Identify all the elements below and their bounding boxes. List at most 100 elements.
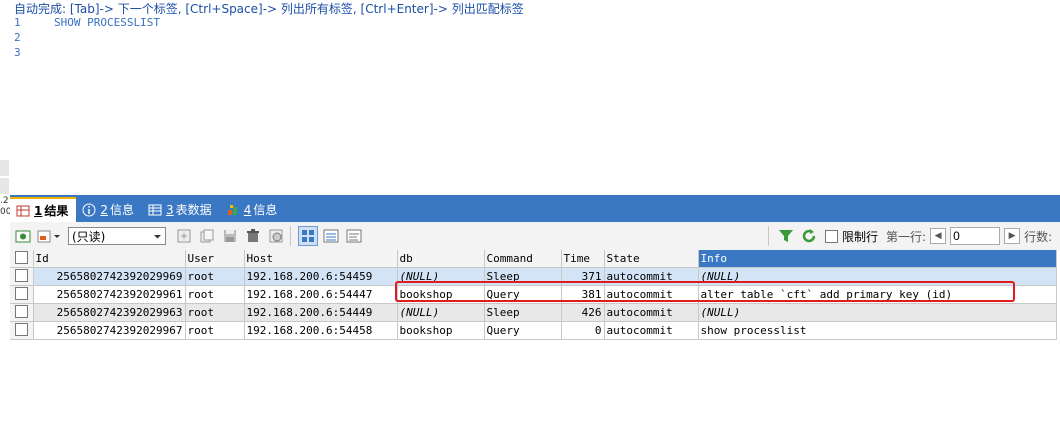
cell-id[interactable]: 2565802742392029961	[33, 285, 186, 304]
line-number: 3	[14, 46, 21, 59]
toolbar-separator	[290, 226, 291, 246]
cell-db[interactable]: (NULL)	[397, 303, 485, 322]
code-text[interactable]: SHOW PROCESSLIST	[54, 15, 160, 30]
filter-icon	[779, 230, 793, 242]
tab-info-2[interactable]: 4 信息	[220, 197, 286, 222]
refresh-button[interactable]	[799, 226, 819, 246]
form-view-icon	[323, 229, 339, 243]
row-select-cell[interactable]	[10, 303, 34, 322]
add-row-button[interactable]	[174, 226, 194, 246]
export-button[interactable]	[13, 226, 33, 246]
cell-db[interactable]: bookshop	[397, 321, 485, 340]
cell-id[interactable]: 2565802742392029963	[33, 303, 186, 322]
first-row-label: 第一行:	[886, 229, 927, 244]
chevron-left-icon: ◀	[934, 231, 942, 241]
row-select-cell[interactable]	[10, 267, 34, 286]
trash-icon	[247, 229, 259, 242]
import-button[interactable]	[36, 226, 62, 246]
column-header-info[interactable]: Info	[698, 250, 1057, 268]
cell-state[interactable]: autocommit	[604, 321, 699, 340]
cell-state[interactable]: autocommit	[604, 303, 699, 322]
cell-command[interactable]: Query	[484, 321, 562, 340]
read-mode-select[interactable]: (只读)	[68, 227, 166, 245]
cell-id[interactable]: 2565802742392029967	[33, 321, 186, 340]
gutter-marker	[0, 160, 9, 176]
limit-rows-label: 限制行	[842, 229, 879, 244]
select-all-checkbox[interactable]	[14, 250, 28, 264]
grid-view-button[interactable]	[298, 226, 318, 246]
table-data-icon	[148, 203, 162, 217]
tab-result[interactable]: 1 结果	[10, 197, 77, 222]
line-number: 2	[14, 31, 21, 44]
import-icon	[37, 230, 60, 243]
text-view-icon	[346, 229, 362, 243]
column-header-user[interactable]: User	[185, 250, 245, 268]
reset-icon	[269, 229, 283, 243]
code-line[interactable]: 1 SHOW PROCESSLIST	[14, 15, 160, 30]
chevron-down-icon	[154, 234, 161, 238]
column-header-id[interactable]: Id	[33, 250, 186, 268]
row-select-cell[interactable]	[10, 321, 34, 340]
limit-rows-checkbox[interactable]	[825, 229, 838, 243]
row-count-label: 行数:	[1024, 229, 1053, 244]
form-view-button[interactable]	[321, 226, 341, 246]
filter-button[interactable]	[776, 226, 796, 246]
first-row-input[interactable]	[950, 227, 1001, 245]
highlight-annotation-box	[395, 281, 1015, 302]
code-line[interactable]: 3	[14, 45, 160, 60]
row-checkbox[interactable]	[14, 304, 28, 318]
cell-host[interactable]: 192.168.200.6:54447	[244, 285, 398, 304]
duplicate-row-button[interactable]	[197, 226, 217, 246]
cell-info[interactable]: (NULL)	[698, 303, 1057, 322]
tab-table-data[interactable]: 3 表数据	[142, 197, 220, 222]
refresh-row-button[interactable]	[266, 226, 286, 246]
duplicate-icon	[200, 229, 214, 243]
cell-time[interactable]: 426	[561, 303, 605, 322]
chevron-right-icon: ▶	[1008, 231, 1016, 241]
column-header-command[interactable]: Command	[484, 250, 562, 268]
cell-user[interactable]: root	[185, 303, 245, 322]
prev-page-button[interactable]: ◀	[930, 228, 947, 244]
table-row[interactable]: 2565802742392029967 root 192.168.200.6:5…	[10, 321, 1057, 340]
cell-host[interactable]: 192.168.200.6:54458	[244, 321, 398, 340]
delete-button[interactable]	[243, 226, 263, 246]
cell-host[interactable]: 192.168.200.6:54459	[244, 267, 398, 286]
refresh-icon	[802, 229, 816, 243]
row-select-cell[interactable]	[10, 285, 34, 304]
column-header-db[interactable]: db	[397, 250, 485, 268]
tab-number: 4	[243, 202, 252, 217]
code-lines[interactable]: 1 SHOW PROCESSLIST 2 3	[14, 15, 160, 60]
tab-number: 2	[100, 202, 109, 217]
tab-label: 结果	[44, 204, 69, 218]
cell-user[interactable]: root	[185, 321, 245, 340]
row-checkbox[interactable]	[14, 322, 28, 336]
query-editor[interactable]: 自动完成: [Tab]-> 下一个标签, [Ctrl+Space]-> 列出所有…	[10, 0, 1060, 195]
cell-user[interactable]: root	[185, 285, 245, 304]
cell-time[interactable]: 0	[561, 321, 605, 340]
row-checkbox[interactable]	[14, 286, 28, 300]
row-checkbox[interactable]	[14, 268, 28, 282]
line-number: 1	[14, 16, 21, 29]
tab-info[interactable]: 2 信息	[76, 197, 142, 222]
next-page-button[interactable]: ▶	[1004, 228, 1021, 244]
info-icon	[82, 203, 96, 217]
column-header-state[interactable]: State	[604, 250, 699, 268]
cell-command[interactable]: Sleep	[484, 303, 562, 322]
select-all-cell[interactable]	[10, 250, 34, 268]
table-header-row: Id User Host db Command Time State Info	[10, 250, 1057, 268]
add-row-icon	[177, 229, 191, 243]
cell-user[interactable]: root	[185, 267, 245, 286]
cell-info[interactable]: show processlist	[698, 321, 1057, 340]
column-header-host[interactable]: Host	[244, 250, 398, 268]
cell-host[interactable]: 192.168.200.6:54449	[244, 303, 398, 322]
text-view-button[interactable]	[344, 226, 364, 246]
read-mode-value: (只读)	[72, 229, 106, 244]
result-tabbar: 1 结果 2 信息 3 表数据 4 信息	[10, 195, 1060, 222]
column-header-time[interactable]: Time	[561, 250, 605, 268]
table-row[interactable]: 2565802742392029963 root 192.168.200.6:5…	[10, 303, 1057, 322]
save-icon	[224, 230, 236, 242]
result-grid-icon	[16, 204, 30, 218]
cell-id[interactable]: 2565802742392029969	[33, 267, 186, 286]
save-button[interactable]	[220, 226, 240, 246]
code-line[interactable]: 2	[14, 30, 160, 45]
